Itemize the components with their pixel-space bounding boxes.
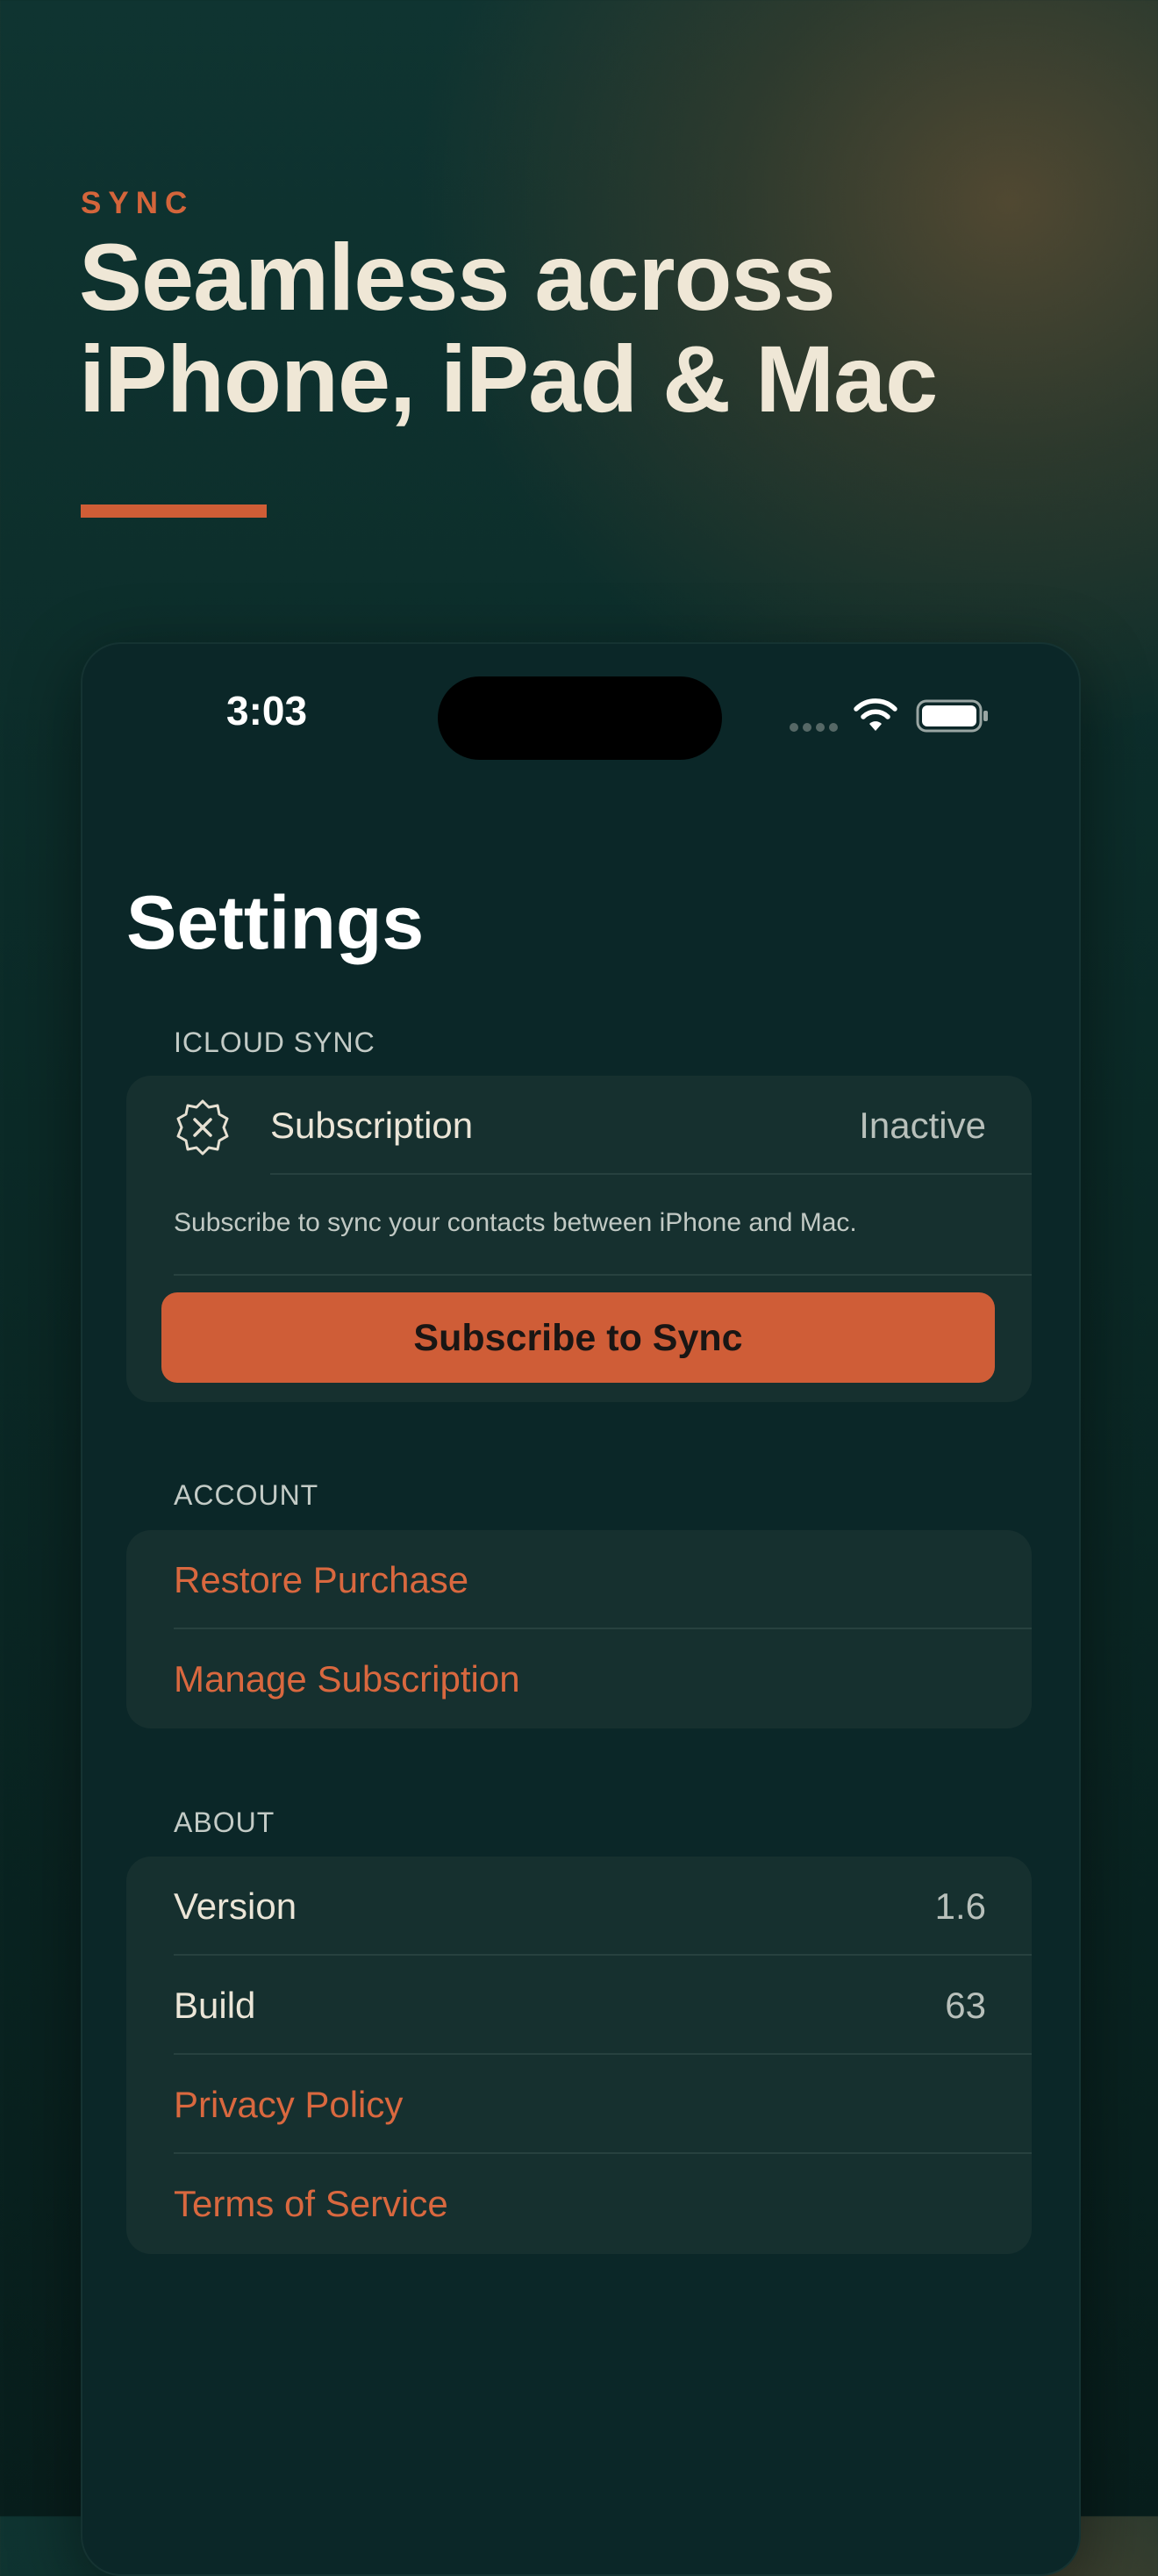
status-bar-time: 3:03 [226,688,308,733]
settings-title: Settings [126,881,425,965]
hero-title-line-2: iPhone, iPad & Mac [79,326,938,432]
account-group: Restore Purchase Manage Subscription [126,1530,1032,1728]
row-divider [174,1274,1032,1276]
terms-of-service-link[interactable]: Terms of Service [174,2181,448,2227]
privacy-policy-link[interactable]: Privacy Policy [174,2082,403,2128]
subscription-description: Subscribe to sync your contacts between … [174,1208,857,1237]
subscription-label: Subscription [270,1104,474,1146]
about-section-header: ABOUT [174,1807,275,1838]
hero-accent-rule [81,504,267,518]
battery-icon [916,699,988,733]
badge-x-icon [176,1099,229,1156]
manage-subscription-row[interactable]: Manage Subscription [126,1629,1032,1728]
hero-eyebrow: SYNC [81,186,195,220]
build-row: Build 63 [126,1956,1032,2055]
terms-of-service-row[interactable]: Terms of Service [126,2154,1032,2253]
phone-screen: 3:03 Settings ICLOUD SYNC Subscription I… [81,642,1081,2576]
build-label: Build [174,1984,256,2026]
manage-subscription-link[interactable]: Manage Subscription [174,1657,520,1702]
version-label: Version [174,1885,297,1927]
row-divider [270,1173,1032,1175]
subscription-row: Subscription Inactive [126,1076,1032,1175]
build-value: 63 [945,1984,986,2026]
hero-title-line-1: Seamless across [79,224,836,330]
wifi-icon [854,698,897,731]
icloud-sync-group: Subscription Inactive Subscribe to sync … [126,1076,1032,1402]
restore-purchase-link[interactable]: Restore Purchase [174,1557,468,1603]
about-group: Version 1.6 Build 63 Privacy Policy Term… [126,1857,1032,2254]
subscribe-to-sync-button[interactable]: Subscribe to Sync [161,1292,995,1383]
privacy-policy-row[interactable]: Privacy Policy [126,2055,1032,2154]
dynamic-island [438,676,722,760]
cellular-signal-icon [790,723,842,732]
icloud-sync-section-header: ICLOUD SYNC [174,1027,375,1058]
version-row: Version 1.6 [126,1857,1032,1956]
restore-purchase-row[interactable]: Restore Purchase [126,1530,1032,1629]
account-section-header: ACCOUNT [174,1479,319,1511]
subscription-status-value: Inactive [859,1104,986,1146]
hero-title: Seamless across iPhone, iPad & Mac [79,226,1088,430]
version-value: 1.6 [934,1885,986,1927]
